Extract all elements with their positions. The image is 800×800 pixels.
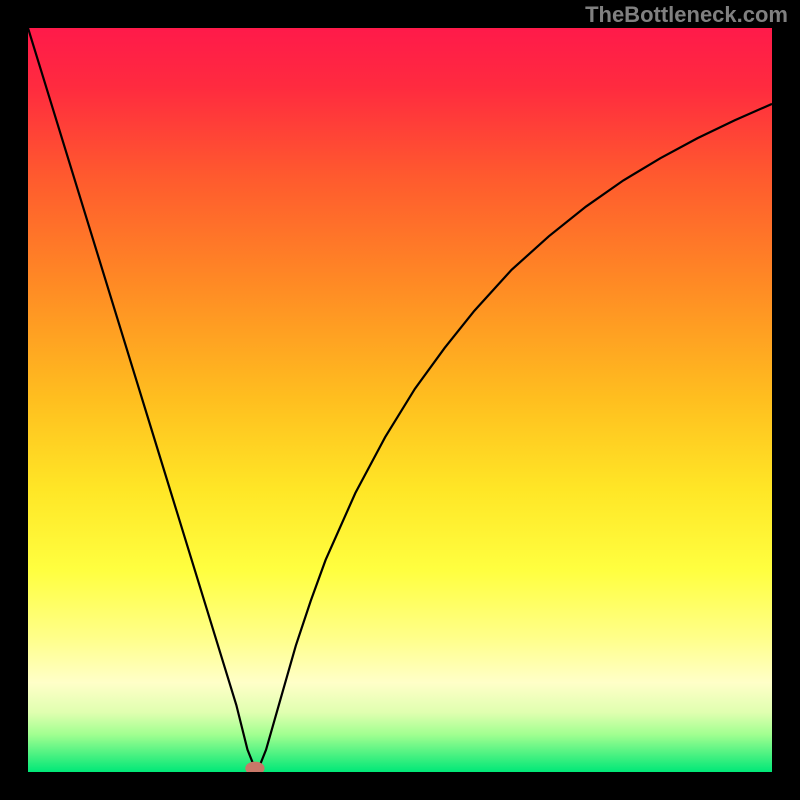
gradient-background xyxy=(28,28,772,772)
watermark-text: TheBottleneck.com xyxy=(585,2,788,28)
chart-frame: TheBottleneck.com xyxy=(0,0,800,800)
chart-svg xyxy=(28,28,772,772)
plot-area xyxy=(28,28,772,772)
